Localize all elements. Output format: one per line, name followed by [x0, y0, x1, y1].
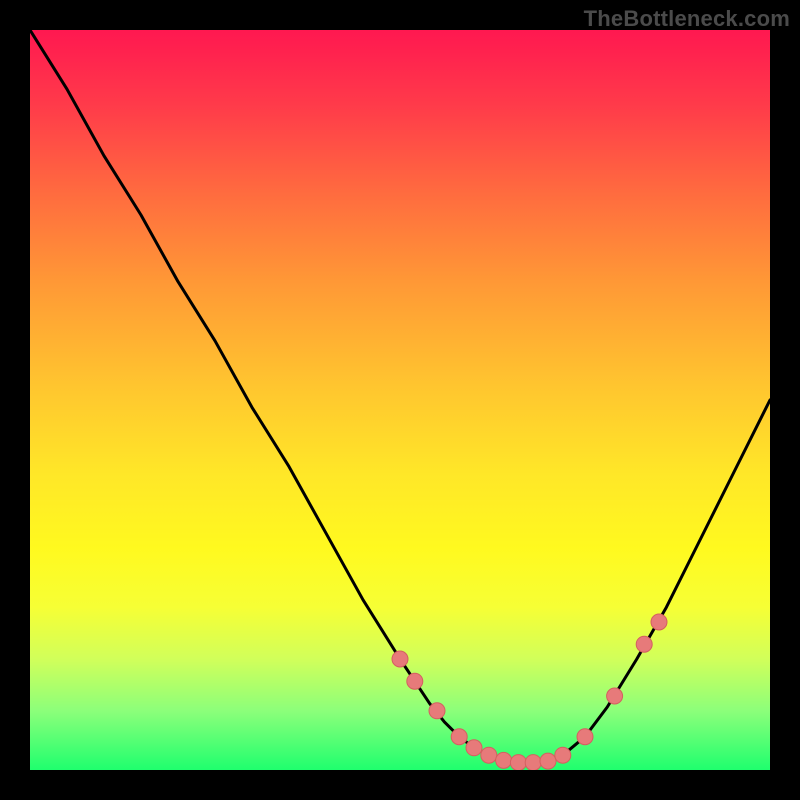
curve-marker — [496, 752, 512, 768]
curve-marker — [466, 740, 482, 756]
chart-plot-area — [30, 30, 770, 770]
curve-marker — [651, 614, 667, 630]
curve-marker — [451, 729, 467, 745]
curve-marker — [636, 636, 652, 652]
curve-marker — [481, 747, 497, 763]
curve-marker — [510, 755, 526, 770]
curve-marker — [429, 703, 445, 719]
chart-svg — [30, 30, 770, 770]
curve-marker — [525, 755, 541, 770]
curve-marker — [407, 673, 423, 689]
curve-marker — [577, 729, 593, 745]
curve-marker — [607, 688, 623, 704]
curve-marker — [392, 651, 408, 667]
curve-marker — [555, 747, 571, 763]
watermark-text: TheBottleneck.com — [584, 6, 790, 32]
curve-marker — [540, 753, 556, 769]
